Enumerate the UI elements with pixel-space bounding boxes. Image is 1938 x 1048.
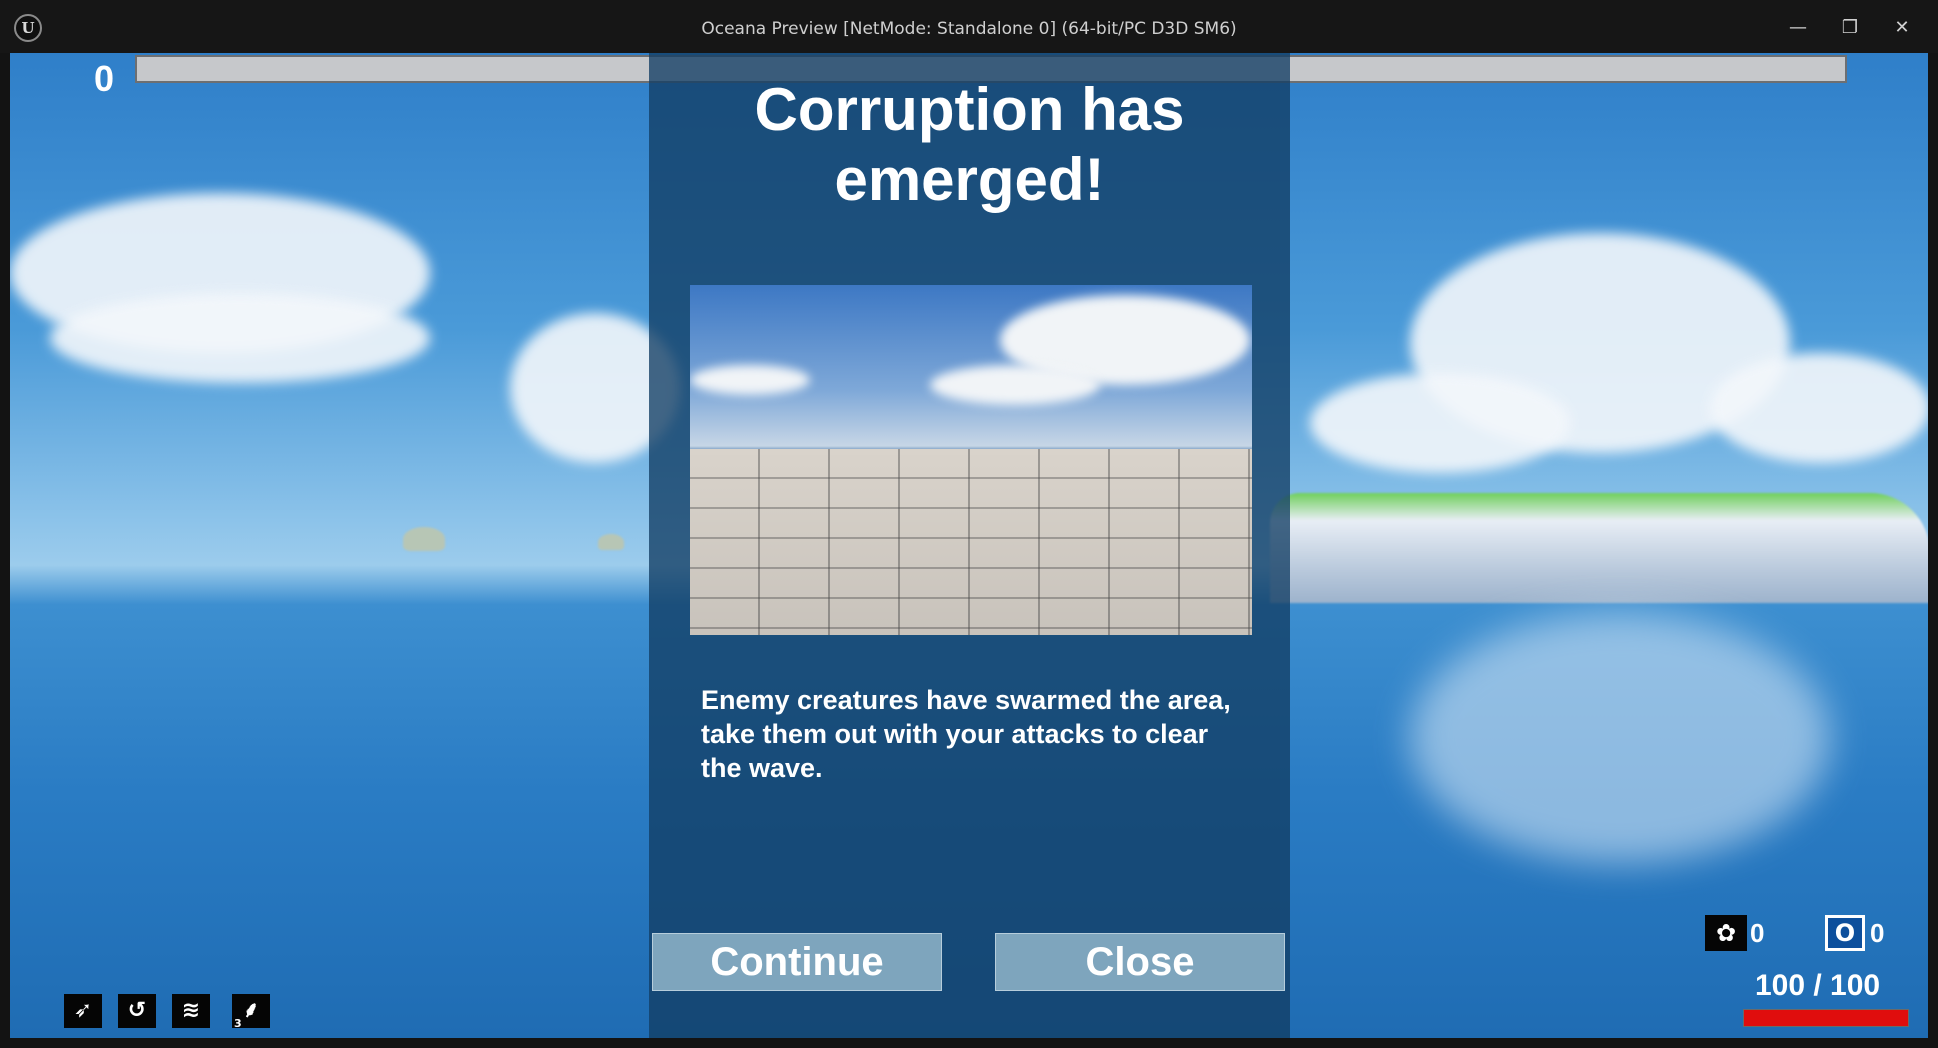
claw-icon[interactable]: ⸙ 3 bbox=[232, 994, 270, 1030]
preview-cloud bbox=[690, 365, 810, 395]
health-bar-fill bbox=[1744, 1010, 1908, 1026]
pearl-shell-icon: ✿ bbox=[1705, 915, 1747, 951]
cloud bbox=[1310, 373, 1570, 473]
popup-heading: Corruption has emerged! bbox=[754, 76, 1185, 213]
island bbox=[1270, 493, 1928, 603]
close-button[interactable]: Close bbox=[995, 933, 1285, 991]
dash-icon[interactable]: ➶ bbox=[64, 994, 102, 1028]
cloud bbox=[50, 293, 430, 383]
buoy bbox=[598, 534, 624, 550]
ability-glyph: ↺ bbox=[127, 998, 147, 1023]
cloud bbox=[1710, 353, 1928, 463]
ability-count: 3 bbox=[234, 1017, 242, 1030]
water-reflection bbox=[1410, 613, 1830, 863]
restore-button[interactable]: ❐ bbox=[1836, 14, 1864, 42]
ability-glyph: ≋ bbox=[181, 998, 201, 1023]
health-bar bbox=[1743, 1009, 1909, 1027]
ability-glyph: ➶ bbox=[73, 998, 93, 1023]
window-title: Oceana Preview [NetMode: Standalone 0] (… bbox=[701, 19, 1237, 39]
popup-body-text: Enemy creatures have swarmed the area, t… bbox=[701, 685, 1231, 783]
preview-image bbox=[690, 285, 1252, 635]
minimize-button[interactable]: — bbox=[1784, 14, 1812, 42]
score-counter: 0 bbox=[94, 58, 115, 99]
preview-floor bbox=[690, 449, 1252, 635]
ability-glyph: ⸙ bbox=[242, 998, 260, 1023]
ring-count: 0 bbox=[1870, 918, 1885, 948]
continue-button[interactable]: Continue bbox=[652, 933, 942, 991]
wave-icon[interactable]: ≋ bbox=[172, 994, 210, 1028]
game-window: U Oceana Preview [NetMode: Standalone 0]… bbox=[0, 0, 1938, 1048]
buoy bbox=[403, 527, 445, 551]
wave-popup: Corruption has emerged! Enemy creatures … bbox=[649, 53, 1290, 1038]
preview-cloud bbox=[930, 365, 1100, 405]
whirl-icon[interactable]: ↺ bbox=[118, 994, 156, 1028]
game-viewport[interactable]: 0 Corruption has emerged! Enemy creature… bbox=[10, 53, 1928, 1038]
ring-icon: O bbox=[1825, 915, 1865, 951]
pearl-count: 0 bbox=[1750, 918, 1765, 948]
health-text: 100 / 100 bbox=[1755, 969, 1881, 1002]
title-bar[interactable]: U Oceana Preview [NetMode: Standalone 0]… bbox=[0, 0, 1938, 53]
close-window-button[interactable]: ✕ bbox=[1888, 14, 1916, 42]
